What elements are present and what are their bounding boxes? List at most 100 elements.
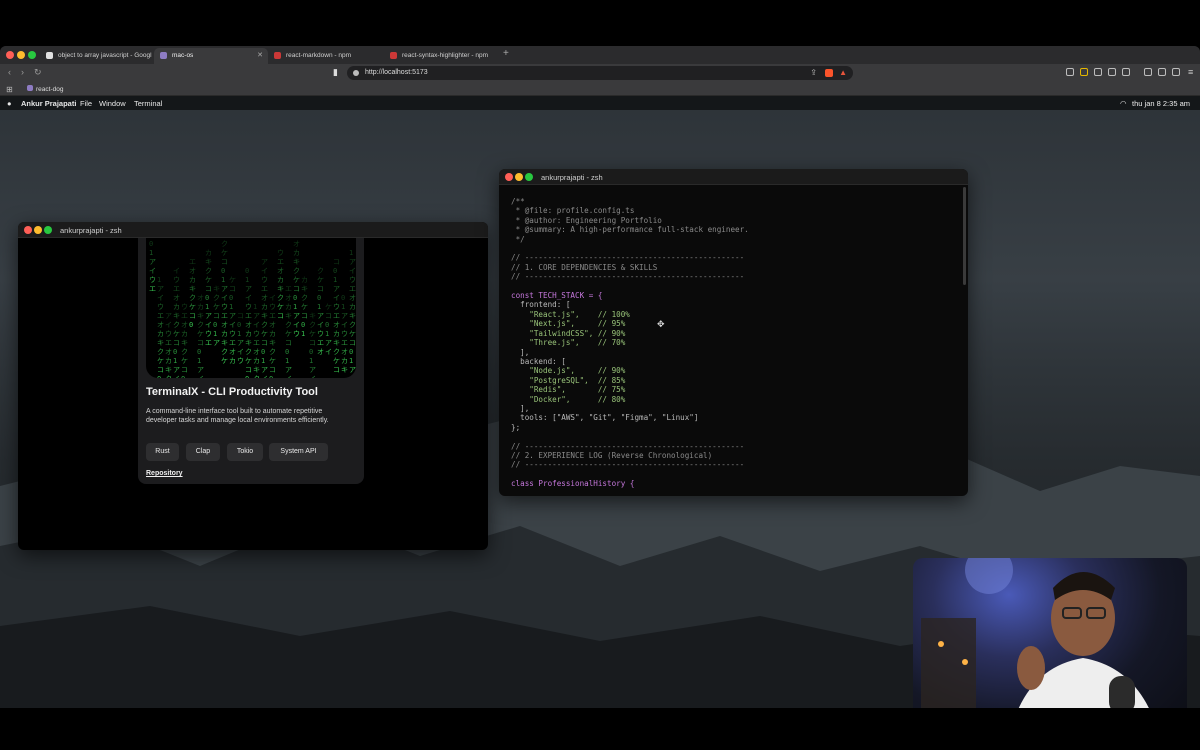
menu-icon[interactable]: ≡	[1188, 67, 1193, 77]
terminal-window-projects[interactable]: ankurprajapti - zsh 01アイウエ1アイウエオカキクケコ01ア…	[18, 222, 488, 550]
svg-text:オ: オ	[285, 294, 292, 302]
address-bar[interactable]: http://localhost:5173 ⇪ ▲	[347, 66, 853, 80]
close-window-button[interactable]	[6, 51, 14, 59]
svg-text:エ: エ	[157, 312, 164, 320]
bookmark-icon[interactable]: ▮	[333, 67, 338, 78]
svg-text:カ: カ	[205, 249, 212, 257]
new-tab-button[interactable]: +	[503, 48, 509, 59]
svg-text:エ: エ	[181, 312, 188, 320]
svg-text:ク: ク	[181, 348, 188, 356]
forward-icon[interactable]: ›	[21, 67, 24, 77]
svg-text:1: 1	[157, 276, 161, 284]
maximize-window-button[interactable]	[28, 51, 36, 59]
svg-text:ケ: ケ	[285, 330, 292, 338]
tab-react-markdown[interactable]: react-markdown - npm	[268, 48, 382, 64]
svg-text:ク: ク	[221, 240, 228, 248]
svg-text:0: 0	[301, 321, 305, 329]
svg-text:イ: イ	[261, 267, 268, 275]
svg-text:エ: エ	[165, 339, 172, 347]
svg-text:ウ: ウ	[245, 303, 252, 311]
svg-text:エ: エ	[277, 258, 284, 266]
svg-text:ア: ア	[333, 285, 340, 293]
minimize-window-button[interactable]	[34, 226, 42, 234]
svg-text:1: 1	[341, 303, 345, 311]
back-icon[interactable]: ‹	[8, 67, 11, 77]
apple-icon[interactable]: ●	[7, 99, 12, 108]
extension-icon[interactable]	[1080, 68, 1088, 76]
window-title: ankurprajapti - zsh	[60, 226, 122, 235]
wifi-icon[interactable]: ◠	[1120, 99, 1127, 108]
close-tab-icon[interactable]: ✕	[257, 51, 263, 59]
svg-text:ア: ア	[293, 312, 300, 320]
code-line: backend: [	[511, 356, 566, 366]
site-info-icon[interactable]	[353, 70, 359, 76]
svg-text:0: 0	[197, 348, 201, 356]
svg-text:キ: キ	[293, 258, 300, 266]
window-title: ankurprajapti - zsh	[541, 173, 603, 182]
tab-google-search[interactable]: object to array javascript - Googl	[40, 48, 154, 64]
svg-text:イ: イ	[349, 267, 356, 275]
svg-text:イ: イ	[237, 348, 244, 356]
scrollbar[interactable]	[963, 187, 966, 285]
svg-text:ク: ク	[293, 267, 300, 275]
tab-label: react-markdown - npm	[286, 52, 352, 59]
reload-icon[interactable]: ↻	[34, 67, 42, 78]
brave-shields-icon[interactable]	[825, 69, 833, 77]
wallet-icon[interactable]	[1158, 68, 1166, 76]
svg-text:ア: ア	[261, 366, 268, 374]
svg-text:イ: イ	[309, 375, 316, 378]
share-icon[interactable]: ⇪	[810, 68, 817, 77]
code-line: * @author: Engineering Portfolio	[511, 215, 662, 225]
tab-label: mac-os	[172, 52, 194, 59]
tab-react-syntax-highlighter[interactable]: react-syntax-highlighter - npm	[384, 48, 498, 64]
svg-text:エ: エ	[333, 312, 340, 320]
menu-terminal[interactable]: Terminal	[134, 99, 162, 108]
extension-icon[interactable]	[1094, 68, 1102, 76]
svg-text:ア: ア	[317, 312, 324, 320]
svg-text:カ: カ	[277, 276, 284, 284]
url-text: http://localhost:5173	[365, 69, 428, 76]
rewards-icon[interactable]: ▲	[839, 68, 847, 77]
apps-grid-icon[interactable]: ⊞	[6, 85, 13, 94]
react-icon	[27, 85, 33, 91]
sidebar-icon[interactable]	[1144, 68, 1152, 76]
repository-link[interactable]: Repository	[146, 470, 183, 477]
svg-text:オ: オ	[253, 348, 260, 356]
svg-text:0: 0	[245, 267, 249, 275]
minimize-window-button[interactable]	[515, 173, 523, 181]
svg-text:ア: ア	[197, 366, 204, 374]
window-title-bar[interactable]: ankurprajapti - zsh	[499, 169, 968, 185]
menu-window[interactable]: Window	[99, 99, 126, 108]
extension-icon[interactable]	[1066, 68, 1074, 76]
svg-text:オ: オ	[173, 294, 180, 302]
menu-file[interactable]: File	[80, 99, 92, 108]
maximize-window-button[interactable]	[525, 173, 533, 181]
maximize-window-button[interactable]	[44, 226, 52, 234]
svg-text:ク: ク	[189, 294, 196, 302]
svg-text:カ: カ	[165, 357, 172, 365]
extension-icon[interactable]	[1122, 68, 1130, 76]
tag-clap: Clap	[186, 443, 220, 461]
svg-text:イ: イ	[341, 321, 348, 329]
svg-text:カ: カ	[349, 303, 356, 311]
svg-text:オ: オ	[165, 348, 172, 356]
close-window-button[interactable]	[505, 173, 513, 181]
code-line: * @file: profile.config.ts	[511, 206, 635, 216]
svg-text:カ: カ	[181, 330, 188, 338]
clock: thu jan 8 2:35 am	[1132, 99, 1190, 108]
download-icon[interactable]	[1172, 68, 1180, 76]
terminal-window-code[interactable]: ankurprajapti - zsh /** * @file: profile…	[499, 169, 968, 496]
close-window-button[interactable]	[24, 226, 32, 234]
svg-text:ア: ア	[149, 258, 156, 266]
bookmark-react-dog[interactable]: react-dog	[27, 85, 63, 93]
tab-mac-os[interactable]: mac-os ✕	[154, 48, 268, 64]
puzzle-icon[interactable]	[1108, 68, 1116, 76]
window-title-bar[interactable]: ankurprajapti - zsh	[18, 222, 488, 238]
svg-text:コ: コ	[221, 258, 228, 266]
svg-text:キ: キ	[205, 258, 212, 266]
menu-user-name[interactable]: Ankur Prajapati	[21, 99, 76, 108]
minimize-window-button[interactable]	[17, 51, 25, 59]
svg-text:ク: ク	[205, 267, 212, 275]
